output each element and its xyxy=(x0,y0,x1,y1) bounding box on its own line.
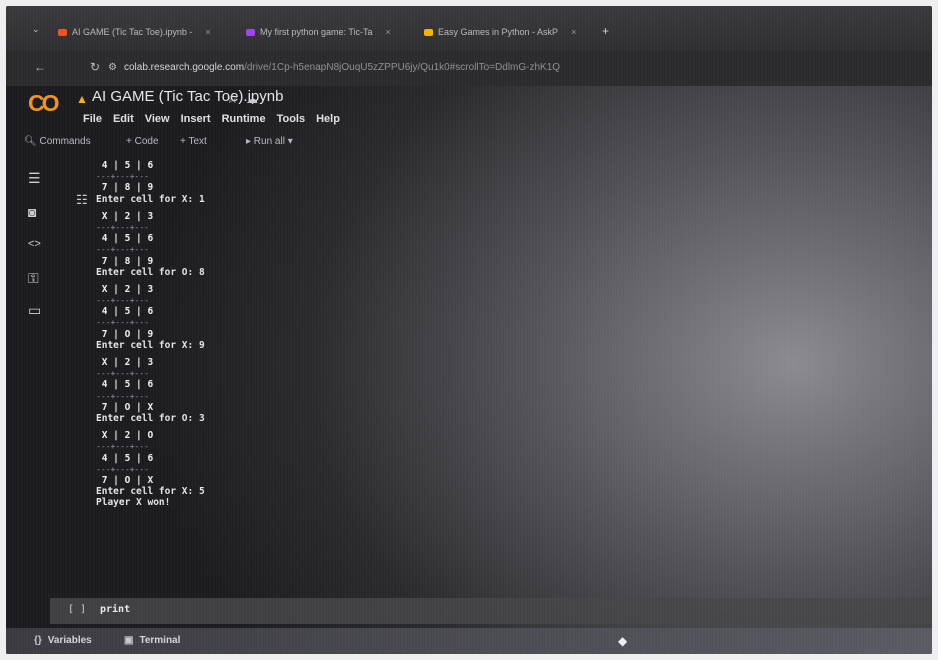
folder-icon[interactable]: ▭ xyxy=(28,302,41,319)
cloud-icon: ☁ xyxy=(246,92,258,106)
tab-label: AI GAME (Tic Tac Toe).ipynb - xyxy=(72,27,193,37)
board-row-line: X | 2 | 3 xyxy=(96,210,154,222)
address-bar: ← ↻ ⚙ colab.research.google.com/drive/1C… xyxy=(6,50,932,86)
web-favicon-icon xyxy=(424,28,433,36)
list-icon[interactable]: ☰ xyxy=(28,170,41,187)
board-divider-line: ---+---+--- xyxy=(96,222,149,232)
url-path: /drive/1Cp-h5enapN8jOuqU5zZPPU6jy/Qu1k0#… xyxy=(244,62,561,73)
colab-favicon-icon xyxy=(58,28,67,36)
board-row-line: 7 | O | X xyxy=(96,401,154,413)
star-icon[interactable]: ☆ xyxy=(226,90,239,107)
board-row-line: X | 2 | 3 xyxy=(96,283,154,295)
add-code-button[interactable]: + Code xyxy=(126,136,159,147)
reload-icon[interactable]: ↻ xyxy=(90,60,100,74)
menu-tools[interactable]: Tools xyxy=(277,113,306,125)
menu-insert[interactable]: Insert xyxy=(181,113,211,125)
cell-run-indicator[interactable]: [ ] xyxy=(68,604,86,615)
variables-button[interactable]: {} Variables xyxy=(34,635,92,646)
colab-logo[interactable]: CO xyxy=(28,90,59,117)
commands-label: Commands xyxy=(39,136,91,147)
terminal-label: Terminal xyxy=(139,635,181,646)
key-icon[interactable]: ⚿ xyxy=(28,270,39,287)
board-row-line: 7 | 8 | 9 xyxy=(96,255,154,267)
drive-icon: ▲ xyxy=(76,92,88,106)
output-line: Player X won! xyxy=(96,497,171,509)
menu-bar: File Edit View Insert Runtime Tools Help xyxy=(83,113,340,125)
cell-output: 4 | 5 | 6 ---+---+--- 7 | 8 | 9 Enter cell… xyxy=(96,160,205,508)
variables-icon: {} xyxy=(34,635,42,646)
diamond-icon: ◆ xyxy=(618,634,628,648)
output-line: Enter cell for O: 3 xyxy=(96,412,205,424)
output-line: Enter cell for X: 5 xyxy=(96,486,205,498)
tab-label: Easy Games in Python - AskP xyxy=(438,27,559,37)
board-row-line: 4 | 5 | 6 xyxy=(96,160,154,171)
url-domain: colab.research.google.com xyxy=(124,62,245,73)
output-line: Enter cell for X: 1 xyxy=(96,193,205,205)
board-row-line: X | 2 | O xyxy=(96,430,154,442)
menu-view[interactable]: View xyxy=(145,113,170,125)
variables-label: Variables xyxy=(47,635,92,646)
run-all-button[interactable]: ▸ Run all ▾ xyxy=(246,136,293,147)
board-row-line: 7 | O | 9 xyxy=(96,328,154,340)
code-icon[interactable]: <> xyxy=(28,238,41,250)
board-divider-line: ---+---+--- xyxy=(96,172,149,182)
add-text-button[interactable]: + Text xyxy=(180,136,207,147)
board-divider-line: ---+---+--- xyxy=(96,369,149,379)
board-divider-line: ---+---+--- xyxy=(96,296,149,306)
new-tab-button[interactable]: + xyxy=(602,24,609,38)
terminal-icon: ▣ xyxy=(124,635,134,646)
board-divider-line: ---+---+--- xyxy=(96,442,149,452)
back-arrow-icon[interactable]: ← xyxy=(34,60,46,74)
board-row-line: 4 | 5 | 6 xyxy=(96,452,154,464)
board-row-line: 7 | O | X xyxy=(96,474,154,486)
tab-close-icon[interactable]: × xyxy=(205,27,210,37)
board-divider-line: ---+---+--- xyxy=(96,391,149,401)
menu-runtime[interactable]: Runtime xyxy=(222,113,266,125)
browser-tab-python-game[interactable]: My first python game: Tic-Ta × xyxy=(246,22,391,42)
commands-button[interactable]: 🔍︎ Commands xyxy=(24,136,91,147)
menu-help[interactable]: Help xyxy=(316,113,340,125)
board-row-line: 7 | 8 | 9 xyxy=(96,182,154,194)
output-line: Enter cell for O: 8 xyxy=(96,266,205,278)
output-settings-icon[interactable]: ☷ xyxy=(76,192,88,208)
board-row-line: 4 | 5 | 6 xyxy=(96,379,154,391)
search-icon: 🔍︎ xyxy=(24,136,37,147)
board-row-line: 4 | 5 | 6 xyxy=(96,306,154,318)
status-bar: {} Variables ▣ Terminal ◆ xyxy=(6,628,932,654)
url-field[interactable]: colab.research.google.com/drive/1Cp-h5en… xyxy=(124,62,560,73)
tab-close-icon[interactable]: × xyxy=(386,27,391,37)
screen-photo: ⌄ AI GAME (Tic Tac Toe).ipynb - × My fir… xyxy=(6,6,932,654)
site-info-icon[interactable]: ⚙ xyxy=(108,62,117,73)
board-divider-line: ---+---+--- xyxy=(96,245,149,255)
menu-file[interactable]: File xyxy=(83,113,102,125)
browser-tab-easy-games[interactable]: Easy Games in Python - AskP × xyxy=(424,22,576,42)
find-icon[interactable]: ◙ xyxy=(28,204,36,220)
board-divider-line: ---+---+--- xyxy=(96,318,149,328)
tab-list-chevron-icon[interactable]: ⌄ xyxy=(32,24,40,35)
menu-edit[interactable]: Edit xyxy=(113,113,134,125)
browser-tab-colab[interactable]: AI GAME (Tic Tac Toe).ipynb - × xyxy=(58,22,211,42)
tab-label: My first python game: Tic-Ta xyxy=(260,27,373,37)
output-line: Enter cell for X: 9 xyxy=(96,339,205,351)
terminal-button[interactable]: ▣ Terminal xyxy=(124,635,180,646)
board-row-line: X | 2 | 3 xyxy=(96,357,154,368)
board-row-line: 4 | 5 | 6 xyxy=(96,233,154,245)
browser-tab-bar: ⌄ AI GAME (Tic Tac Toe).ipynb - × My fir… xyxy=(6,6,932,50)
tab-close-icon[interactable]: × xyxy=(571,27,576,37)
web-favicon-icon xyxy=(246,28,255,36)
cell-code-text[interactable]: print xyxy=(100,604,130,615)
board-divider-line: ---+---+--- xyxy=(96,464,149,474)
code-cell[interactable]: [ ] print xyxy=(50,598,932,624)
